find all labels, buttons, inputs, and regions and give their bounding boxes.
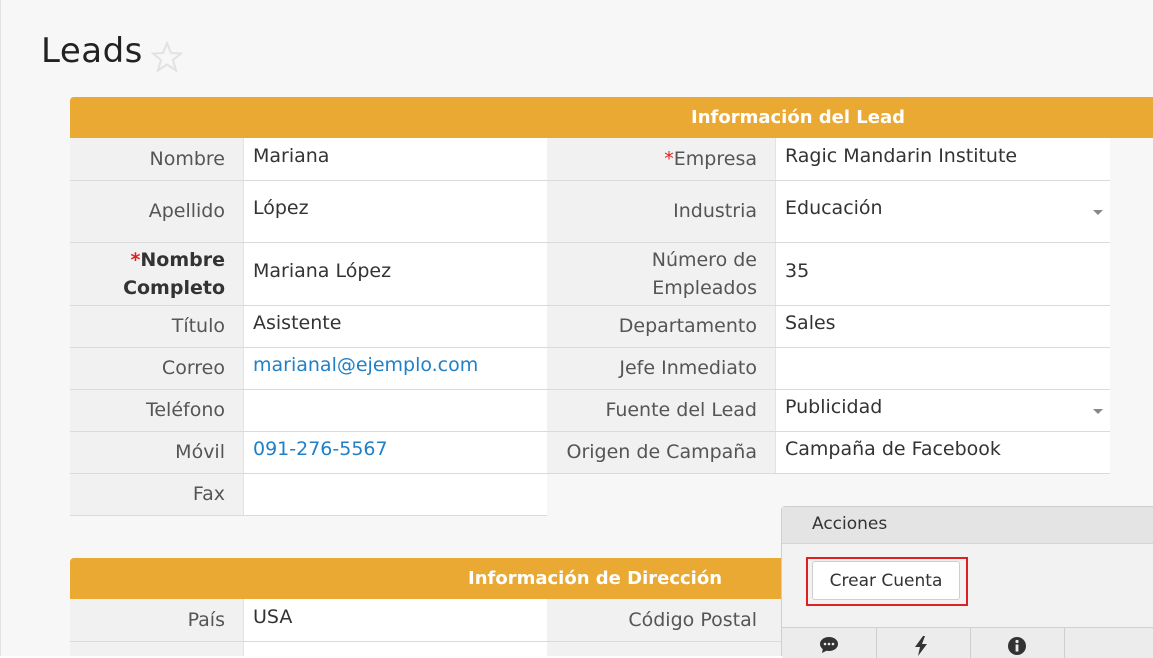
- chevron-down-icon[interactable]: [1093, 210, 1103, 215]
- row-divider: [547, 242, 1110, 243]
- label-nombre: Nombre: [149, 148, 226, 170]
- value-telefono[interactable]: [253, 396, 533, 424]
- value-jefe-inmediato[interactable]: [785, 354, 1095, 382]
- info-icon: [1008, 637, 1026, 655]
- divider: [243, 599, 244, 656]
- label-origen-campana: Origen de Campaña: [566, 441, 757, 463]
- value-nombre[interactable]: Mariana: [253, 145, 329, 167]
- page: Leads Información del Lead Nombre Marian…: [0, 0, 1153, 658]
- value-empresa[interactable]: Ragic Mandarin Institute: [785, 145, 1017, 167]
- value-fax[interactable]: [253, 480, 533, 508]
- value-numero-empleados[interactable]: 35: [785, 260, 809, 282]
- value-origen-campana[interactable]: Campaña de Facebook: [785, 438, 1001, 460]
- bolt-icon: [915, 636, 927, 656]
- label-text: Empresa: [673, 148, 757, 170]
- value-nombre-completo[interactable]: Mariana López: [253, 260, 391, 282]
- value-apellido[interactable]: López: [253, 197, 309, 219]
- action-toolbar: [782, 627, 1153, 658]
- value-pais[interactable]: USA: [253, 606, 292, 628]
- label-fax: Fax: [192, 483, 225, 505]
- label-line: Empleados: [652, 277, 757, 299]
- crear-cuenta-button[interactable]: Crear Cuenta: [812, 561, 960, 600]
- label-line: Número de: [651, 249, 757, 271]
- row-divider: [547, 180, 1110, 181]
- actions-bolt-button[interactable]: [876, 628, 971, 658]
- label-apellido: Apellido: [148, 200, 225, 222]
- chevron-down-icon[interactable]: [1093, 409, 1103, 414]
- comments-button[interactable]: [782, 628, 877, 658]
- label-line: Nombre: [140, 249, 225, 271]
- required-marker: *: [130, 249, 141, 271]
- actions-header: Acciones: [782, 507, 1153, 544]
- industria-select[interactable]: Educación: [785, 197, 883, 219]
- label-jefe-inmediato: Jefe Inmediato: [619, 357, 757, 379]
- row-divider: [70, 431, 547, 432]
- label-industria: Industria: [673, 200, 757, 222]
- divider: [243, 138, 244, 515]
- star-icon[interactable]: [151, 41, 183, 73]
- row-divider: [70, 389, 547, 390]
- label-nombre-completo: *Nombre Completo: [70, 246, 225, 302]
- row-divider: [70, 305, 547, 306]
- row-divider: [70, 473, 547, 474]
- page-title: Leads: [41, 31, 143, 71]
- email-link[interactable]: marianal@ejemplo.com: [253, 354, 478, 376]
- comment-icon: [820, 637, 838, 653]
- required-marker: *: [664, 148, 674, 170]
- mobile-link[interactable]: 091-276-5567: [253, 438, 388, 460]
- actions-title: Acciones: [812, 514, 888, 534]
- lead-section-title: Información del Lead: [691, 107, 906, 128]
- label-titulo: Título: [171, 315, 225, 337]
- row-divider: [70, 515, 547, 516]
- row-divider: [547, 347, 1110, 348]
- row-divider: [547, 431, 1110, 432]
- info-button[interactable]: [970, 628, 1065, 658]
- actions-panel: Acciones Crear Cuenta: [781, 506, 1153, 658]
- row-divider: [70, 347, 547, 348]
- label-line: Completo: [123, 277, 225, 299]
- value-titulo[interactable]: Asistente: [253, 312, 341, 334]
- lead-section-header: Información del Lead: [70, 97, 1153, 138]
- label-codigo-postal: Código Postal: [628, 609, 757, 631]
- label-empresa: *Empresa: [547, 145, 757, 173]
- label-pais: País: [187, 609, 225, 631]
- address-section-title: Información de Dirección: [468, 568, 723, 589]
- row-divider: [547, 305, 1110, 306]
- label-telefono: Teléfono: [145, 399, 225, 421]
- label-fuente-lead: Fuente del Lead: [605, 399, 757, 421]
- label-movil: Móvil: [175, 441, 225, 463]
- row-divider: [70, 641, 781, 642]
- label-departamento: Departamento: [618, 315, 757, 337]
- value-departamento[interactable]: Sales: [785, 312, 836, 334]
- row-divider: [547, 389, 1110, 390]
- fuente-lead-select[interactable]: Publicidad: [785, 396, 882, 418]
- row-divider: [70, 242, 547, 243]
- row-divider: [547, 473, 1110, 474]
- row-divider: [70, 180, 547, 181]
- label-numero-empleados: Número de Empleados: [547, 246, 757, 302]
- label-correo: Correo: [161, 357, 225, 379]
